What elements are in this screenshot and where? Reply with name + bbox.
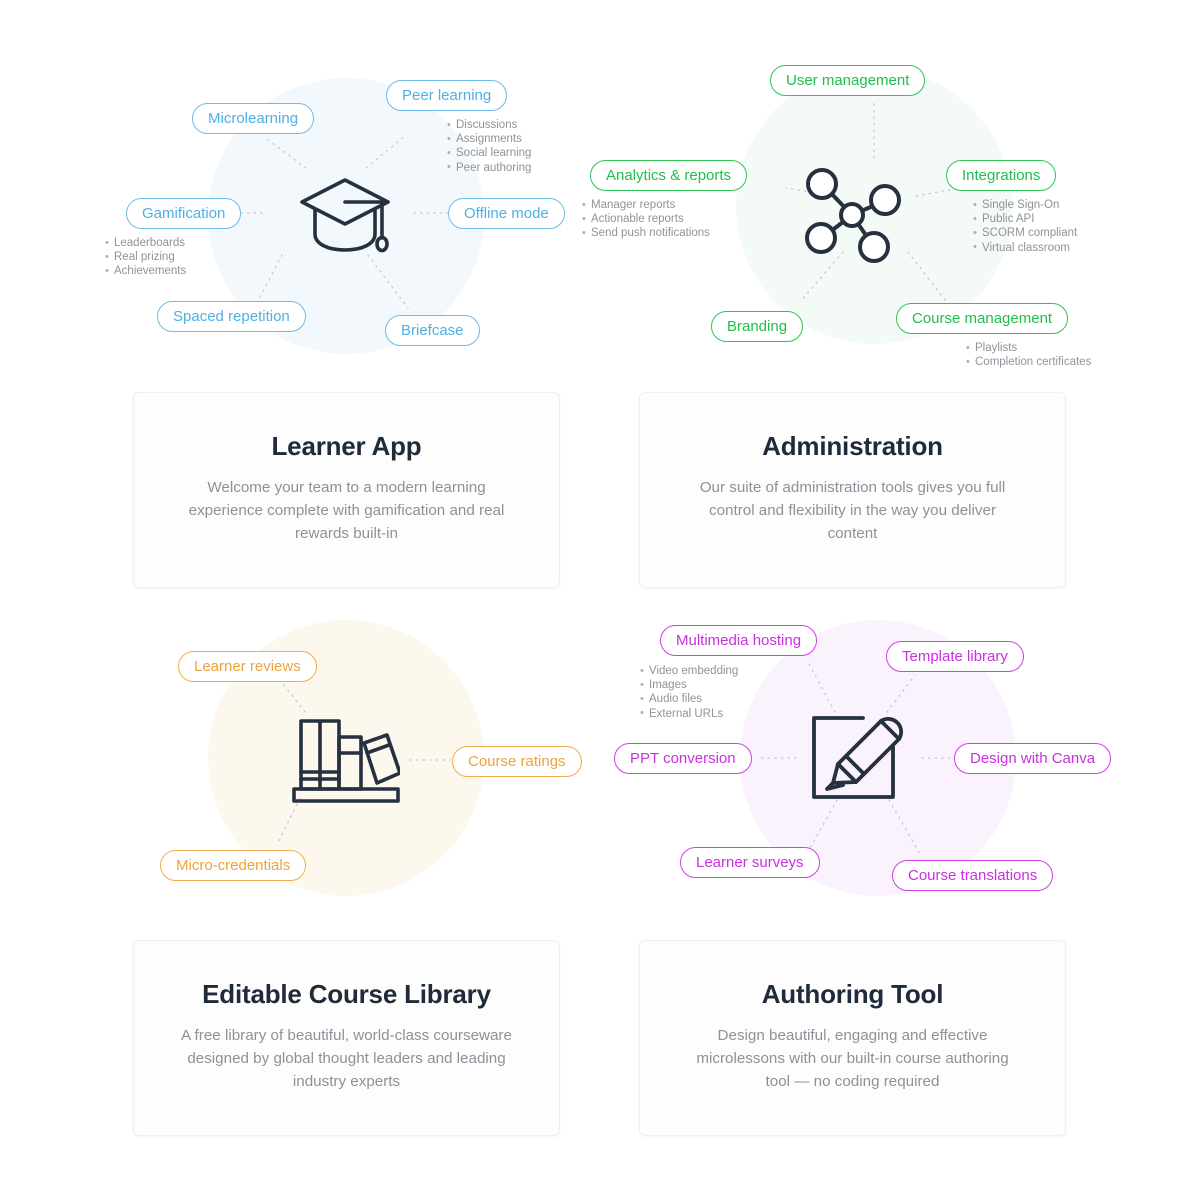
pill-label: Learner reviews bbox=[194, 658, 301, 675]
pill-label: Micro-credentials bbox=[176, 857, 291, 874]
pill-label: Learner surveys bbox=[696, 854, 804, 871]
pencil-square-icon bbox=[805, 705, 908, 803]
bullet-item: Social learning bbox=[447, 146, 531, 160]
pill-course-translations[interactable]: Course translations bbox=[892, 860, 1054, 891]
bullet-item: Virtual classroom bbox=[973, 240, 1077, 255]
pill-microlearning[interactable]: Microlearning bbox=[192, 103, 315, 134]
card-administration[interactable]: Administration Our suite of administrati… bbox=[639, 392, 1066, 589]
pill-label: Course translations bbox=[908, 867, 1038, 884]
card-learner-app[interactable]: Learner App Welcome your team to a moder… bbox=[133, 392, 560, 589]
pill-learner-reviews[interactable]: Learner reviews bbox=[178, 651, 317, 682]
pill-spaced-repetition[interactable]: Spaced repetition bbox=[157, 301, 306, 332]
pill-user-management[interactable]: User management bbox=[770, 65, 926, 96]
bullets-integrations: Single Sign-On Public API SCORM complian… bbox=[973, 197, 1077, 255]
pill-briefcase[interactable]: Briefcase bbox=[385, 315, 480, 346]
card-authoring-tool[interactable]: Authoring Tool Design beautiful, engagin… bbox=[639, 940, 1066, 1137]
bullets-course-management: Playlists Completion certificates bbox=[966, 340, 1091, 369]
pill-micro-credentials[interactable]: Micro-credentials bbox=[160, 850, 307, 881]
bullets-peer-learning: Discussions Assignments Social learning … bbox=[447, 117, 531, 175]
bullet-item: Send push notifications bbox=[582, 226, 710, 240]
bullet-item: Assignments bbox=[447, 132, 531, 146]
graduation-cap-icon bbox=[296, 172, 394, 258]
pill-label: Branding bbox=[727, 318, 788, 335]
bullet-item: Playlists bbox=[966, 340, 1091, 355]
bullet-item: Actionable reports bbox=[582, 212, 710, 226]
bullet-item: Leaderboards bbox=[105, 235, 186, 250]
pill-label: User management bbox=[786, 72, 910, 89]
books-shelf-icon bbox=[292, 717, 400, 805]
card-description: Design beautiful, engaging and effective… bbox=[696, 1027, 1009, 1091]
pill-label: Analytics & reports bbox=[606, 167, 732, 184]
pill-gamification[interactable]: Gamification bbox=[126, 198, 242, 229]
bullet-item: Public API bbox=[973, 212, 1077, 226]
card-description: Our suite of administration tools gives … bbox=[699, 479, 1006, 543]
bullet-item: Manager reports bbox=[582, 197, 710, 212]
card-editable-course-library[interactable]: Editable Course Library A free library o… bbox=[133, 940, 560, 1137]
pill-analytics-reports[interactable]: Analytics & reports bbox=[590, 160, 748, 191]
pill-label: Briefcase bbox=[401, 322, 464, 339]
bullet-item: Peer authoring bbox=[447, 160, 531, 175]
card-title: Administration bbox=[762, 431, 943, 461]
pill-integrations[interactable]: Integrations bbox=[946, 160, 1057, 191]
pill-ppt-conversion[interactable]: PPT conversion bbox=[614, 743, 752, 774]
card-title: Learner App bbox=[271, 431, 422, 461]
pill-course-management[interactable]: Course management bbox=[896, 303, 1069, 334]
bullet-item: Achievements bbox=[105, 264, 186, 278]
pill-label: Spaced repetition bbox=[173, 308, 290, 325]
pill-design-with-canva[interactable]: Design with Canva bbox=[954, 743, 1112, 774]
bullet-item: Real prizing bbox=[105, 250, 186, 264]
pill-multimedia-hosting[interactable]: Multimedia hosting bbox=[660, 625, 818, 656]
pill-offline-mode[interactable]: Offline mode bbox=[448, 198, 565, 229]
pill-label: Multimedia hosting bbox=[676, 632, 802, 649]
pill-label: PPT conversion bbox=[630, 750, 736, 767]
pill-label: Course ratings bbox=[468, 753, 566, 770]
feature-overview-page: Peer learning Microlearning Gamification… bbox=[0, 0, 1200, 1180]
bullet-item: Audio files bbox=[640, 692, 738, 706]
bullets-analytics-reports: Manager reports Actionable reports Send … bbox=[582, 197, 710, 241]
card-description: A free library of beautiful, world-class… bbox=[181, 1027, 512, 1091]
pill-template-library[interactable]: Template library bbox=[886, 641, 1024, 672]
bullet-item: Images bbox=[640, 678, 738, 692]
bullet-item: SCORM compliant bbox=[973, 226, 1077, 240]
pill-course-ratings[interactable]: Course ratings bbox=[452, 746, 582, 777]
pill-label: Gamification bbox=[142, 205, 226, 222]
bullet-item: External URLs bbox=[640, 706, 738, 721]
card-title: Editable Course Library bbox=[202, 979, 491, 1009]
pill-label: Integrations bbox=[962, 167, 1041, 184]
bullet-item: Single Sign-On bbox=[973, 197, 1077, 212]
card-description: Welcome your team to a modern learning e… bbox=[188, 479, 505, 543]
pill-label: Course management bbox=[912, 310, 1053, 327]
bullet-item: Completion certificates bbox=[966, 355, 1091, 369]
bullet-item: Discussions bbox=[447, 117, 531, 132]
pill-label: Offline mode bbox=[464, 205, 549, 222]
network-nodes-icon bbox=[800, 165, 905, 265]
bullets-gamification: Leaderboards Real prizing Achievements bbox=[105, 235, 186, 279]
bullets-multimedia-hosting: Video embedding Images Audio files Exter… bbox=[640, 663, 738, 721]
pill-label: Design with Canva bbox=[970, 750, 1096, 767]
pill-branding[interactable]: Branding bbox=[711, 311, 804, 342]
bullet-item: Video embedding bbox=[640, 663, 738, 678]
card-title: Authoring Tool bbox=[761, 979, 944, 1009]
pill-peer-learning[interactable]: Peer learning bbox=[386, 80, 508, 111]
pill-label: Template library bbox=[902, 648, 1008, 665]
pill-label: Microlearning bbox=[208, 110, 299, 127]
pill-learner-surveys[interactable]: Learner surveys bbox=[680, 847, 820, 878]
pill-label: Peer learning bbox=[402, 87, 492, 104]
